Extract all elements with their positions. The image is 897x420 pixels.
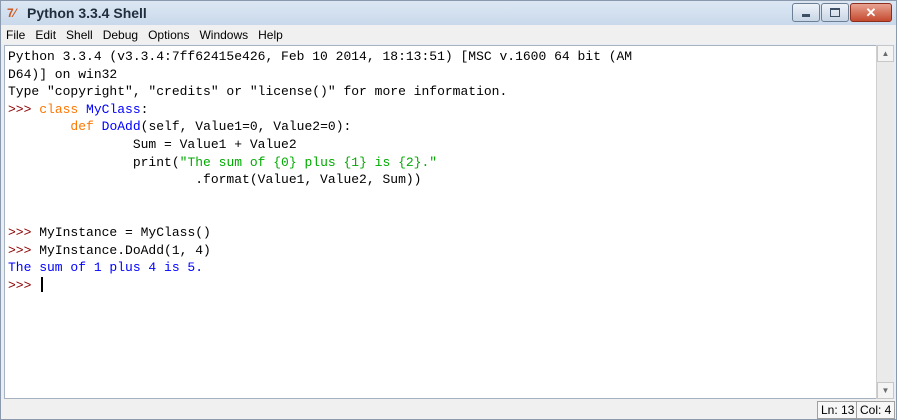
class-name: MyClass bbox=[86, 101, 141, 117]
scroll-up-button[interactable]: ▲ bbox=[877, 45, 894, 62]
arrow-down-icon: ▼ bbox=[881, 386, 890, 395]
string-literal: "The sum of {0} plus {1} is {2}." bbox=[179, 154, 438, 170]
code-text: MyInstance = MyClass() bbox=[39, 224, 211, 240]
output-line: The sum of 1 plus 4 is 5. bbox=[8, 260, 204, 276]
code-text: print( bbox=[8, 154, 180, 170]
maximize-button[interactable] bbox=[821, 3, 849, 22]
code-line-class: >>> class MyClass: bbox=[8, 101, 632, 119]
shell-text-area[interactable]: Python 3.3.4 (v3.3.4:7ff62415e426, Feb 1… bbox=[4, 45, 880, 399]
arrow-up-icon: ▲ bbox=[881, 49, 890, 58]
shell-content: Python 3.3.4 (v3.3.4:7ff62415e426, Feb 1… bbox=[8, 48, 632, 294]
text-cursor bbox=[41, 276, 44, 292]
code-line-format: .format(Value1, Value2, Sum)) bbox=[8, 172, 422, 188]
header-line-3: Type "copyright", "credits" or "license(… bbox=[8, 84, 508, 100]
minimize-icon bbox=[802, 13, 810, 17]
code-line-def: def DoAdd(self, Value1=0, Value2=0): bbox=[8, 118, 632, 136]
status-bar: Ln: 13 Col: 4 bbox=[1, 399, 896, 419]
python-idle-icon: 7⁄ bbox=[7, 6, 16, 20]
close-icon: ✕ bbox=[865, 5, 877, 20]
idle-window: 7⁄ Python 3.3.4 Shell ✕ File Edit Shell … bbox=[0, 0, 897, 420]
scroll-down-button[interactable]: ▼ bbox=[877, 382, 894, 399]
menu-options[interactable]: Options bbox=[143, 28, 194, 42]
status-column: Col: 4 bbox=[856, 401, 896, 419]
menu-windows[interactable]: Windows bbox=[194, 28, 253, 42]
window-title: Python 3.3.4 Shell bbox=[27, 5, 147, 21]
header-line-2: D64)] on win32 bbox=[8, 66, 118, 82]
close-button[interactable]: ✕ bbox=[850, 3, 892, 22]
code-line-call: >>> MyInstance.DoAdd(1, 4) bbox=[8, 242, 632, 260]
code-text: MyInstance.DoAdd(1, 4) bbox=[39, 242, 211, 258]
code-text: : bbox=[140, 101, 149, 117]
header-line-1: Python 3.3.4 (v3.3.4:7ff62415e426, Feb 1… bbox=[8, 49, 633, 64]
menu-debug[interactable]: Debug bbox=[98, 28, 143, 42]
maximize-icon bbox=[830, 8, 840, 17]
menu-shell[interactable]: Shell bbox=[61, 28, 98, 42]
input-line[interactable]: >>> bbox=[8, 276, 632, 295]
minimize-button[interactable] bbox=[792, 3, 820, 22]
status-line: Ln: 13 bbox=[817, 401, 859, 419]
shell-prompt: >>> bbox=[8, 224, 40, 240]
function-name: DoAdd bbox=[101, 119, 141, 135]
shell-prompt: >>> bbox=[8, 277, 40, 293]
title-bar[interactable]: 7⁄ Python 3.3.4 Shell ✕ bbox=[1, 1, 896, 25]
menu-bar: File Edit Shell Debug Options Windows He… bbox=[1, 25, 896, 44]
code-line-instance: >>> MyInstance = MyClass() bbox=[8, 224, 632, 242]
keyword-class: class bbox=[39, 101, 79, 117]
shell-prompt: >>> bbox=[8, 242, 40, 258]
shell-prompt: >>> bbox=[8, 101, 40, 117]
code-line-print: print("The sum of {0} plus {1} is {2}." bbox=[8, 154, 632, 172]
keyword-def: def bbox=[70, 119, 94, 135]
menu-help[interactable]: Help bbox=[253, 28, 288, 42]
menu-file[interactable]: File bbox=[1, 28, 30, 42]
menu-edit[interactable]: Edit bbox=[30, 28, 61, 42]
window-controls: ✕ bbox=[791, 3, 892, 22]
code-text: (self, Value1=0, Value2=0): bbox=[140, 119, 352, 135]
vertical-scrollbar[interactable]: ▲ ▼ bbox=[876, 45, 894, 399]
code-line-sum: Sum = Value1 + Value2 bbox=[8, 136, 297, 152]
